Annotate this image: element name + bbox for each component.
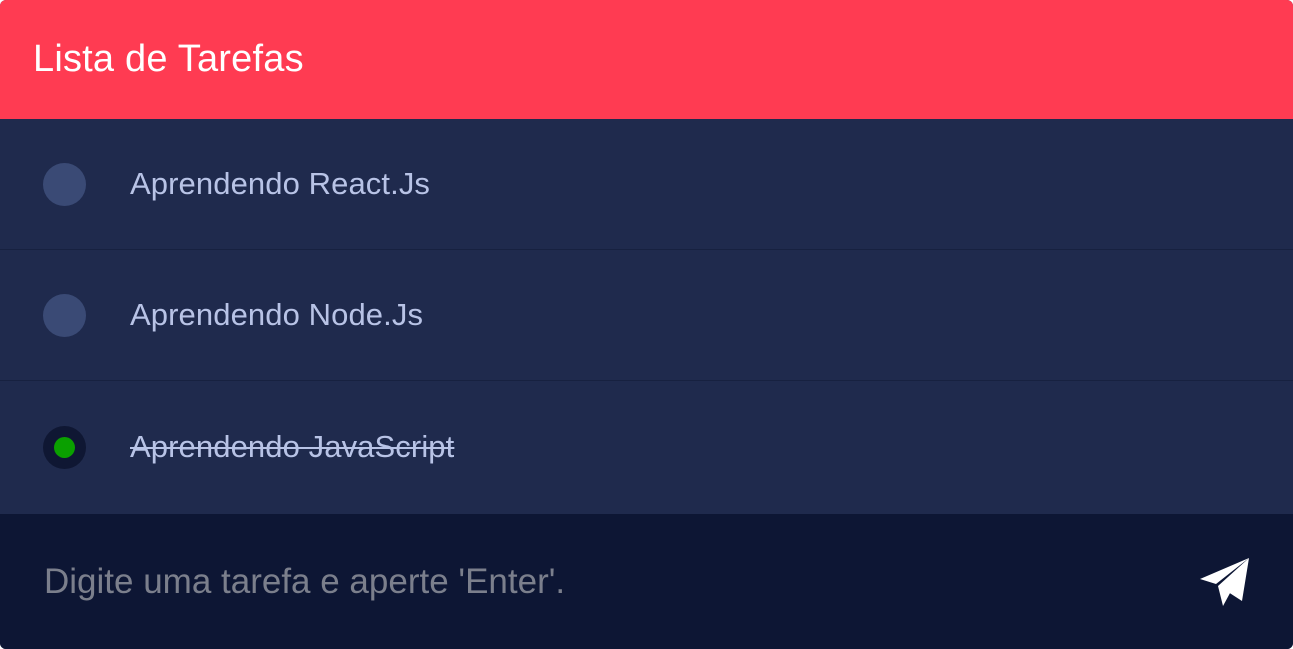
task-item[interactable]: Aprendendo Node.Js (0, 250, 1293, 381)
task-label: Aprendendo React.Js (130, 166, 431, 201)
task-label: Aprendendo Node.Js (130, 297, 424, 332)
check-dot-icon (54, 436, 75, 458)
task-item[interactable]: Aprendendo React.Js (0, 119, 1293, 250)
task-label: Aprendendo JavaScript (130, 429, 455, 464)
task-checkbox[interactable] (43, 293, 86, 337)
task-list: Aprendendo React.Js Aprendendo Node.Js A… (0, 119, 1293, 513)
new-task-input[interactable] (44, 561, 1195, 602)
new-task-bar (0, 514, 1293, 649)
page-title: Lista de Tarefas (33, 38, 304, 80)
task-checkbox[interactable] (43, 162, 86, 206)
paper-plane-icon (1200, 557, 1249, 606)
send-button[interactable] (1195, 552, 1255, 612)
todo-app: Lista de Tarefas Aprendendo React.Js Apr… (0, 0, 1293, 649)
task-item[interactable]: Aprendendo JavaScript (0, 381, 1293, 513)
app-header: Lista de Tarefas (0, 0, 1293, 119)
task-checkbox[interactable] (43, 425, 86, 469)
